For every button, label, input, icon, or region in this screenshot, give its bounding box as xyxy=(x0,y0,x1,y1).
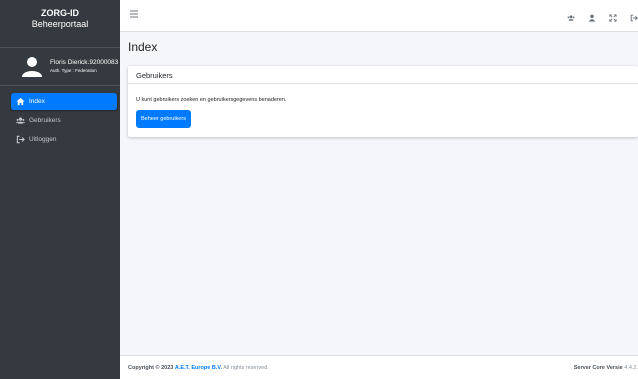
brand-title: ZORG-ID xyxy=(41,8,79,18)
brand-subtitle: Beheerportaal xyxy=(31,19,89,29)
sidebar-item-label: Index xyxy=(29,98,45,105)
sign-out-icon[interactable] xyxy=(630,14,638,22)
sidebar: ZORG-ID Beheerportaal Floris Dierick.920… xyxy=(0,0,120,379)
footer: Copyright © 2023 A.E.T. Europe B.V. All … xyxy=(120,355,638,379)
sidebar-item-index[interactable]: Index xyxy=(11,93,117,110)
company-link[interactable]: A.E.T. Europe B.V. xyxy=(175,365,222,371)
footer-version: Server Core Versie 4.4.2. xyxy=(574,365,638,371)
page-title: Index xyxy=(128,40,158,54)
users-icon xyxy=(15,116,25,126)
sidebar-item-gebruikers[interactable]: Gebruikers xyxy=(11,112,117,129)
sidebar-item-label: Uitloggen xyxy=(29,136,57,143)
beheer-gebruikers-button[interactable]: Beheer gebruikers xyxy=(136,110,191,128)
sidebar-item-label: Gebruikers xyxy=(29,117,61,124)
topbar xyxy=(120,0,638,32)
sidebar-nav: Index Gebruikers Uitloggen xyxy=(0,93,120,150)
user-name[interactable]: Floris Dierick.92000083 xyxy=(50,59,118,66)
brand[interactable]: ZORG-ID Beheerportaal xyxy=(0,0,120,48)
copyright-prefix: Copyright © 2023 xyxy=(128,365,174,371)
card-body: U kunt gebruikers zoeken en gebruikersge… xyxy=(128,84,638,128)
avatar xyxy=(22,57,42,77)
users-icon[interactable] xyxy=(567,14,575,22)
version-label: Server Core Versie xyxy=(573,365,623,371)
home-icon xyxy=(15,97,25,107)
gebruikers-card: Gebruikers U kunt gebruikers zoeken en g… xyxy=(128,66,638,137)
card-description: U kunt gebruikers zoeken en gebruikersge… xyxy=(136,97,287,103)
sign-out-icon xyxy=(15,135,25,145)
rights-text: All rights reserved. xyxy=(223,365,269,371)
hamburger-icon[interactable] xyxy=(130,10,138,18)
version-value: 4.4.2. xyxy=(624,365,638,371)
footer-copyright: Copyright © 2023 A.E.T. Europe B.V. All … xyxy=(128,365,269,371)
user-panel: Floris Dierick.92000083 Auth. Type : Fed… xyxy=(0,48,120,86)
card-title: Gebruikers xyxy=(128,66,638,84)
user-icon[interactable] xyxy=(588,14,596,22)
sidebar-item-uitloggen[interactable]: Uitloggen xyxy=(11,131,117,148)
fullscreen-icon[interactable] xyxy=(609,14,617,22)
user-auth-type: Auth. Type : Federation xyxy=(50,68,97,73)
